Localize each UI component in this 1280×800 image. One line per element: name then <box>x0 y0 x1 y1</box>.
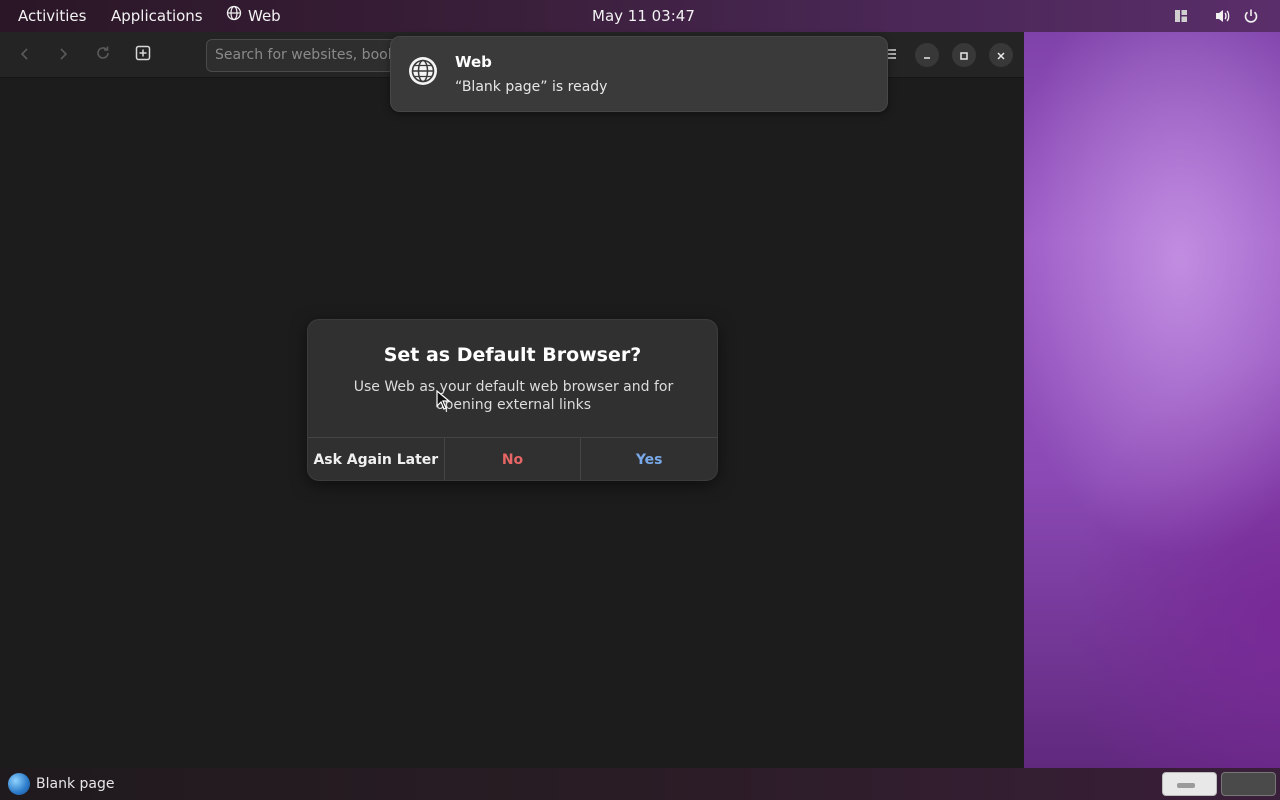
notification-title: Web <box>455 53 492 71</box>
volume-icon[interactable] <box>1210 0 1238 32</box>
app-menu-web[interactable]: Web <box>226 0 281 32</box>
forward-button[interactable] <box>48 40 78 70</box>
minimize-button[interactable] <box>915 43 939 67</box>
yes-button[interactable]: Yes <box>580 438 717 480</box>
globe-icon <box>226 0 242 32</box>
maximize-icon <box>959 46 969 65</box>
window-tile-icon[interactable] <box>1166 0 1194 32</box>
default-browser-dialog: Set as Default Browser? Use Web as your … <box>307 319 718 481</box>
dialog-message: Use Web as your default web browser and … <box>353 379 674 413</box>
taskbar-window-label: Blank page <box>36 776 115 792</box>
app-menu-label: Web <box>248 7 281 25</box>
back-button[interactable] <box>10 40 40 70</box>
workspace-1[interactable] <box>1162 772 1217 796</box>
ask-again-later-button[interactable]: Ask Again Later <box>308 438 444 480</box>
top-bar: Activities Applications Web May 11 03:47 <box>0 0 1280 32</box>
notification-banner[interactable]: Web “Blank page” is ready <box>390 36 888 112</box>
window-list-bar: Blank page <box>0 768 1280 800</box>
close-button[interactable] <box>989 43 1013 67</box>
globe-icon <box>407 55 439 87</box>
desktop: Activities Applications Web May 11 03:47 <box>0 0 1280 800</box>
web-app-icon <box>8 773 30 795</box>
dialog-button-row: Ask Again Later No Yes <box>308 437 717 480</box>
power-icon[interactable] <box>1238 0 1266 32</box>
reload-button[interactable] <box>88 40 118 70</box>
clock[interactable]: May 11 03:47 <box>592 0 695 32</box>
mouse-pointer-icon <box>436 389 451 410</box>
taskbar-window-blank-page[interactable]: Blank page <box>8 772 114 796</box>
maximize-button[interactable] <box>952 43 976 67</box>
applications-menu[interactable]: Applications <box>111 0 203 32</box>
close-icon <box>996 46 1006 65</box>
minimize-icon <box>922 46 932 65</box>
notification-body: “Blank page” is ready <box>455 79 608 95</box>
chevron-left-icon <box>18 46 32 65</box>
chevron-right-icon <box>56 46 70 65</box>
activities-button[interactable]: Activities <box>18 0 86 32</box>
workspace-2[interactable] <box>1221 772 1276 796</box>
reload-icon <box>95 45 111 65</box>
new-tab-icon <box>135 45 151 65</box>
no-button[interactable]: No <box>443 438 581 480</box>
system-tray[interactable] <box>1166 0 1266 32</box>
new-tab-button[interactable] <box>128 40 158 70</box>
dialog-title: Set as Default Browser? <box>383 344 642 366</box>
